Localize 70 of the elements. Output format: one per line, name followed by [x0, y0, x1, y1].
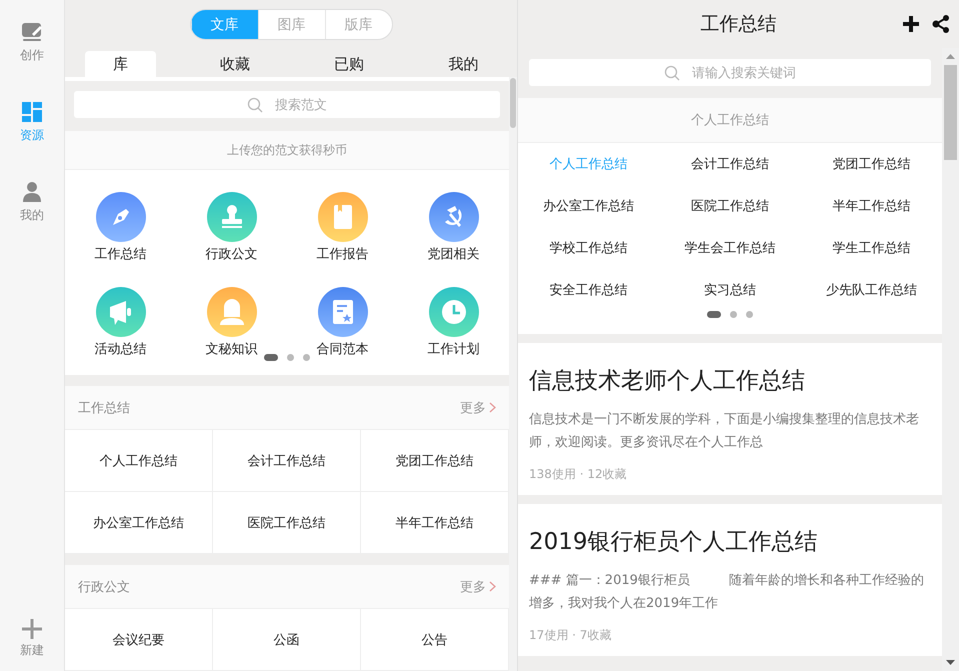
tab[interactable]: 已购 [314, 51, 385, 77]
topic-link[interactable]: 少先队工作总结 [800, 269, 942, 311]
megaphone-icon [96, 287, 146, 337]
edit-icon [20, 20, 44, 44]
chevron-icon [489, 581, 496, 592]
search-icon [247, 96, 263, 112]
category-item[interactable]: 合同范本 [287, 287, 398, 358]
group-title: 个人工作总结 [518, 98, 942, 143]
category-link[interactable]: 会计工作总结 [213, 430, 361, 492]
topic-link[interactable]: 办公室工作总结 [518, 185, 660, 227]
topic-link[interactable]: 实习总结 [659, 269, 801, 311]
category-link[interactable]: 会议纪要 [65, 609, 213, 671]
topic-link[interactable]: 学校工作总结 [518, 227, 660, 269]
tab[interactable]: 我的 [428, 51, 499, 77]
search-placeholder: 请输入搜索关键词 [692, 64, 796, 82]
category-link[interactable]: 公函 [213, 609, 361, 671]
category-item[interactable]: 活动总结 [65, 287, 176, 358]
topic-link[interactable]: 半年工作总结 [800, 185, 942, 227]
category-item[interactable]: 行政公文 [176, 192, 287, 263]
scroll-up-icon[interactable] [946, 52, 955, 61]
section-title: 工作总结 [78, 400, 130, 416]
category-link[interactable]: 医院工作总结 [213, 492, 361, 554]
category-link[interactable]: 办公室工作总结 [65, 492, 213, 554]
topic-link[interactable]: 学生会工作总结 [659, 227, 801, 269]
share-icon[interactable] [931, 14, 951, 34]
section-title: 行政公文 [78, 578, 130, 596]
scrollbar[interactable] [509, 77, 517, 671]
topic-link[interactable]: 安全工作总结 [518, 269, 660, 311]
notebook-icon [318, 192, 368, 242]
emblem-icon [428, 192, 478, 242]
scroll-down-icon[interactable] [946, 658, 955, 667]
pen-icon [96, 192, 146, 242]
search-icon [664, 64, 680, 80]
category-item[interactable]: 工作计划 [398, 287, 509, 358]
category-item[interactable]: 工作总结 [65, 192, 176, 263]
plus-icon[interactable] [901, 14, 921, 34]
topic-link[interactable]: 党团工作总结 [800, 143, 942, 185]
topic-link[interactable]: 会计工作总结 [659, 143, 801, 185]
scroll-thumb[interactable] [510, 78, 516, 128]
category-item[interactable]: 党团相关 [398, 192, 509, 263]
page-dot[interactable] [303, 354, 310, 361]
page-dot[interactable] [287, 354, 294, 361]
article-card[interactable]: 2019银行柜员个人工作总结 ### 篇一：2019银行柜员 随着年龄的增长和各种工作经验的增多，我对我个人在2019年工作 17使用 · 7收藏 [518, 504, 942, 656]
search-placeholder: 搜索范文 [275, 96, 327, 114]
tab[interactable]: 库 [85, 51, 156, 77]
category-item[interactable]: 文秘知识 [176, 287, 287, 358]
grid-icon [20, 100, 44, 124]
article-card[interactable]: 信息技术老师个人工作总结 信息技术是一门不断发展的学科，下面是小编搜集整理的信息技术老师，欢迎阅读。更多资讯尽在个人工作总 138使用 · 12收藏 [518, 343, 942, 495]
tab[interactable]: 收藏 [199, 51, 270, 77]
plus-icon [21, 618, 43, 640]
person-icon [20, 180, 44, 204]
category-link[interactable]: 个人工作总结 [65, 430, 213, 492]
page-dot[interactable] [730, 311, 737, 318]
document-icon [318, 287, 368, 337]
clock-icon [428, 287, 478, 337]
page-dot[interactable] [746, 311, 753, 318]
chevron-icon [489, 402, 496, 413]
article-summary: ### 篇一：2019银行柜员 随着年龄的增长和各种工作经验的增多，我对我个人在2019年工作 [529, 572, 925, 613]
topic-link[interactable]: 学生工作总结 [800, 227, 942, 269]
category-item[interactable]: 工作报告 [287, 192, 398, 263]
article-title: 2019银行柜员个人工作总结 [529, 528, 819, 557]
article-summary: 信息技术是一门不断发展的学科，下面是小编搜集整理的信息技术老师，欢迎阅读。更多资讯尽在个人工作总 [529, 411, 920, 452]
scroll-thumb[interactable] [944, 65, 957, 160]
stamp-icon [206, 192, 256, 242]
topic-link[interactable]: 医院工作总结 [659, 185, 801, 227]
article-title: 信息技术老师个人工作总结 [529, 367, 806, 396]
person-icon [206, 287, 256, 337]
article-stats: 17使用 · 7收藏 [529, 627, 612, 644]
page-title: 工作总结 [700, 12, 776, 37]
article-stats: 138使用 · 12收藏 [529, 466, 628, 483]
